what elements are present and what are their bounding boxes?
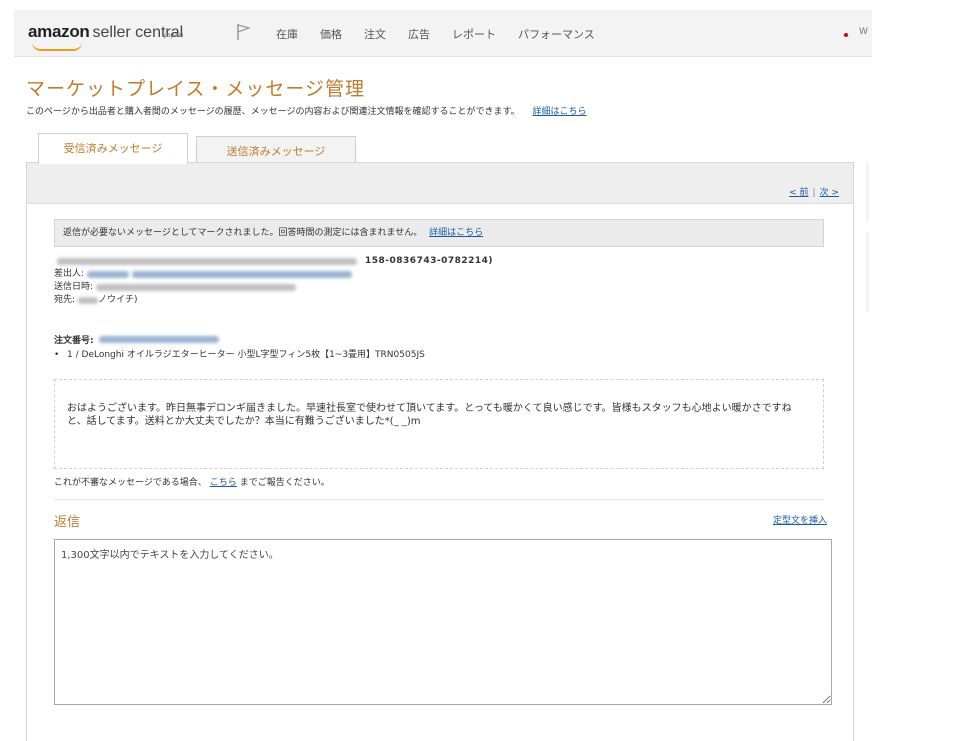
message-subject-row: 158-0836743-0782214)	[54, 255, 493, 268]
details-link[interactable]: 詳細はこちら	[532, 107, 586, 117]
flag-icon[interactable]	[236, 23, 252, 41]
order-info: 注文番号: • 1 / DeLonghi オイルラジエターヒーター 小型L字型フ…	[54, 334, 425, 362]
top-nav-bar: amazon seller central japan 在庫 価格 注文 広告 レ…	[14, 10, 872, 57]
redacted-subject	[57, 258, 357, 265]
logo-brand: amazon	[28, 22, 90, 41]
nav-item-reports[interactable]: レポート	[452, 26, 496, 42]
pager-next-link[interactable]: 次 >	[820, 188, 839, 198]
report-suspicious-line: これが不審なメッセージである場合、 こちら までご報告ください。	[54, 475, 330, 488]
recipient-row: 宛先: ノウイチ)	[54, 294, 493, 307]
reply-textarea[interactable]: 1,300文字以内でテキストを入力してください。	[54, 539, 832, 705]
divider	[54, 499, 824, 500]
right-edge-bar	[866, 232, 869, 312]
message-body: おはようございます。昨日無事デロンギ届きました。早速社長室で使わせて頂いてます。…	[54, 379, 824, 469]
recipient-label: 宛先:	[54, 295, 76, 305]
logo-smile	[32, 42, 82, 51]
nav-item-orders[interactable]: 注文	[364, 26, 386, 42]
pager-separator: |	[812, 188, 816, 198]
main-nav: 在庫 価格 注文 広告 レポート パフォーマンス	[276, 26, 595, 42]
nav-item-pricing[interactable]: 価格	[320, 26, 342, 42]
page-description-text: このページから出品者と購入者間のメッセージの履歴、メッセージの内容および関連注文…	[26, 107, 520, 117]
redacted-sender-name[interactable]	[87, 271, 130, 278]
right-edge-bar	[866, 162, 869, 222]
subject-order-number: 158-0836743-0782214)	[365, 256, 494, 266]
order-item-row: • 1 / DeLonghi オイルラジエターヒーター 小型L字型フィン5枚【1…	[54, 350, 425, 360]
redacted-sender-email	[132, 271, 353, 278]
report-link[interactable]: こちら	[210, 478, 237, 488]
insert-template-link[interactable]: 定型文を挿入	[773, 513, 827, 526]
report-suffix: までご報告ください。	[239, 478, 330, 488]
right-edge-decoration	[866, 162, 874, 462]
pager: < 前 | 次 >	[789, 185, 839, 198]
notification-dot-icon	[844, 33, 848, 37]
nav-item-performance[interactable]: パフォーマンス	[518, 26, 595, 42]
redacted-recipient	[78, 297, 99, 304]
report-prefix: これが不審なメッセージである場合、	[54, 478, 207, 488]
notice-details-link[interactable]: 詳細はこちら	[429, 228, 483, 238]
user-menu[interactable]: W	[859, 27, 868, 37]
message-panel: < 前 | 次 > 返信が必要ないメッセージとしてマークされました。回答時間の測定に…	[26, 162, 854, 741]
message-metadata: 158-0836743-0782214) 差出人: 送信日時: 宛先: ノウイチ…	[54, 255, 493, 307]
amazon-seller-central-logo[interactable]: amazon seller central	[28, 22, 183, 51]
tab-received-messages[interactable]: 受信済みメッセージ	[38, 133, 188, 164]
panel-header: < 前 | 次 >	[27, 163, 853, 204]
sender-row: 差出人:	[54, 268, 493, 281]
sent-date-label: 送信日時:	[54, 282, 94, 292]
recipient-value: ノウイチ)	[98, 295, 138, 305]
redacted-sent-date	[96, 284, 297, 291]
notice-text: 返信が必要ないメッセージとしてマークされました。回答時間の測定には含まれません。	[63, 228, 423, 238]
sender-label: 差出人:	[54, 269, 85, 279]
order-number-row: 注文番号:	[54, 334, 425, 348]
order-number-link[interactable]	[99, 336, 220, 343]
nav-item-advertising[interactable]: 広告	[408, 26, 430, 42]
page-description: このページから出品者と購入者間のメッセージの履歴、メッセージの内容および関連注文…	[26, 104, 586, 117]
order-number-label: 注文番号:	[54, 336, 94, 346]
logo-region: japan	[164, 31, 184, 39]
nav-item-inventory[interactable]: 在庫	[276, 26, 298, 42]
no-reply-needed-notice: 返信が必要ないメッセージとしてマークされました。回答時間の測定には含まれません。…	[54, 219, 824, 247]
order-item-text: 1 / DeLonghi オイルラジエターヒーター 小型L字型フィン5枚【1~3…	[67, 350, 425, 360]
sent-date-row: 送信日時:	[54, 281, 493, 294]
page-title: マーケットプレイス・メッセージ管理	[26, 78, 366, 100]
reply-title: 返信	[54, 515, 81, 530]
tab-sent-messages[interactable]: 送信済みメッセージ	[196, 136, 356, 164]
pager-prev-link[interactable]: < 前	[789, 188, 808, 198]
